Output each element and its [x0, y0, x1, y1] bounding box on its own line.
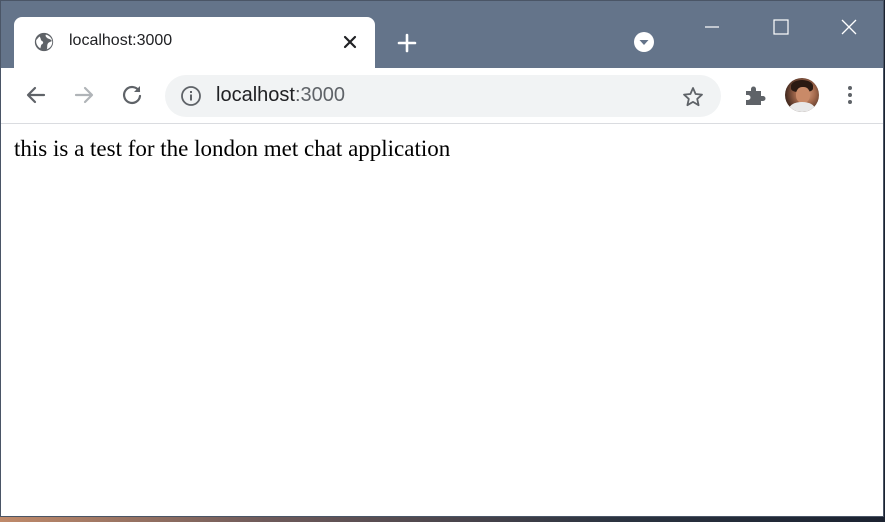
title-bar: localhost:3000: [1, 1, 883, 68]
address-bar[interactable]: localhost:3000: [165, 75, 721, 117]
browser-tab[interactable]: localhost:3000: [14, 17, 375, 68]
globe-icon: [34, 32, 54, 52]
close-tab-icon[interactable]: [340, 32, 360, 52]
minimize-icon[interactable]: [700, 15, 724, 39]
tab-title: localhost:3000: [69, 32, 173, 49]
arrow-left-icon[interactable]: [23, 82, 49, 108]
avatar[interactable]: [785, 78, 819, 112]
puzzle-icon[interactable]: [742, 82, 768, 108]
kebab-menu-icon[interactable]: [837, 82, 863, 108]
info-icon[interactable]: [180, 85, 202, 107]
arrow-right-icon[interactable]: [71, 82, 97, 108]
maximize-icon[interactable]: [769, 15, 793, 39]
url-port: :3000: [294, 84, 345, 106]
browser-window: localhost:3000 localhost:3000 this is a …: [1, 1, 883, 516]
reload-icon[interactable]: [119, 82, 145, 108]
page-text: this is a test for the london met chat a…: [14, 136, 451, 161]
star-icon[interactable]: [681, 85, 705, 109]
avatar-face: [796, 87, 810, 103]
url-text[interactable]: localhost:3000: [216, 84, 345, 107]
chevron-down-circle-icon[interactable]: [633, 31, 655, 53]
avatar-shirt: [789, 102, 815, 112]
plus-icon[interactable]: [394, 30, 420, 56]
browser-toolbar: localhost:3000: [1, 68, 883, 124]
window-close-icon[interactable]: [837, 15, 861, 39]
page-content: this is a test for the london met chat a…: [1, 124, 883, 516]
url-host: localhost: [216, 84, 295, 106]
